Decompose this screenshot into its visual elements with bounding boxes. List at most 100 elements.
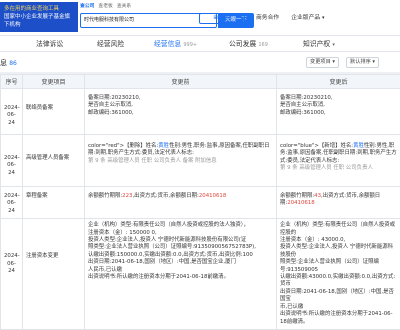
before-line: 人民币,已认缴 bbox=[88, 267, 273, 274]
before-line: 出资日期:2041-06-18,国别（地区）:中国,是否国宝企业,厦门 bbox=[88, 259, 273, 266]
brand-slogan: 多在用的商业查询工具 bbox=[4, 5, 75, 13]
tab-development-label: 公司发展 bbox=[229, 40, 256, 48]
tab-operation-info-label: 经营信息 bbox=[154, 40, 181, 48]
row-before: 余额额竹期限:223,出资方式:货币,余额额日期:20410618 bbox=[85, 187, 277, 219]
table-header-row: 序号 变更项目 变更前 变更后 bbox=[1, 75, 400, 89]
row-project: 高级管理人员备案 bbox=[23, 135, 85, 187]
enterprise-products-menu[interactable]: 企业版产品 ▾ bbox=[291, 13, 324, 23]
tab-operation-info[interactable]: 经营信息 999+ bbox=[154, 39, 197, 50]
change-history-header: 息 86 变更项目 ▾ 默认排序 ▾ bbox=[0, 52, 400, 72]
before-text: ,出资方式:货币,余额额日期: bbox=[132, 193, 198, 199]
row-date: 2024-06-24 bbox=[1, 187, 23, 219]
row-before: 备案日期:20230210, 是否自主公示取消, 邮政编码:361000, bbox=[85, 89, 277, 135]
after-line: 投资人类型:企业法人,投资人 宁德时代新能源科技股份 bbox=[280, 244, 397, 259]
after-text: color="blue">【新增】姓名: bbox=[280, 143, 353, 149]
changed-value: 20410618 bbox=[287, 200, 314, 206]
search-area: 查公司 查老板 查关系 时代电服科技有限公司 天眼一下 bbox=[80, 4, 131, 11]
tab-ip[interactable]: 知识产权 ▾ bbox=[303, 39, 335, 50]
before-line: 注册资本（金）: 150000 0, bbox=[88, 230, 273, 237]
after-gray-text: 第 9 条 高级管理人员 任职 公司负责人 bbox=[280, 165, 397, 172]
before-line: 企业（机构）类型:有限责任公司（自然人投资或控股的法人独资）， bbox=[88, 222, 273, 229]
row-date-text: 2024-06-24 bbox=[4, 155, 20, 176]
after-line: 认缴出资额:43000.0,实缴出资额:0.0,出资方式:货币 bbox=[280, 274, 397, 289]
after-line: 是否自主公示取消, bbox=[280, 102, 397, 109]
app-button-label: 应用 bbox=[220, 15, 231, 21]
chevron-down-icon: ▾ bbox=[332, 59, 335, 65]
enterprise-products-label: 企业版产品 bbox=[291, 15, 320, 21]
before-line: 出资说明书:所认缴的注册资本分期于2041-06-18前缴清。 bbox=[88, 274, 273, 281]
app-button[interactable]: ⊞ 应用 bbox=[199, 13, 245, 24]
tab-development-count: 169 bbox=[258, 42, 268, 48]
tab-operation-info-count: 999+ bbox=[183, 42, 197, 48]
before-line: 邮政编码:361000, bbox=[88, 110, 273, 117]
change-item-filter[interactable]: 变更项目 ▾ bbox=[306, 57, 339, 68]
tab-operation-risk[interactable]: 经营风险 bbox=[97, 39, 124, 49]
changed-value: 223 bbox=[122, 193, 132, 199]
before-line: 是否自主公示取消, bbox=[88, 102, 273, 109]
col-header-before: 变更前 bbox=[85, 75, 277, 89]
table-row: 2024-06-24 章程备案 余额额竹期限:223,出资方式:货币,余额额日期… bbox=[1, 187, 400, 219]
before-gray-text: 第 9 条 高级管理人员 任职 公司负责人 备案 附加信息 bbox=[88, 158, 273, 165]
person-name-link[interactable]: 黄胜 bbox=[158, 143, 169, 149]
brand-logo[interactable]: 多在用的商业查询工具 国家中小企业发展子基金旗下机构 bbox=[0, 2, 78, 32]
row-after: 企业（机构）类型:有限责任公司（自然人投资或控股的 注册资本（金）: 43000… bbox=[277, 219, 400, 330]
before-line: 照类型:企业法人营业执照（公司）证照编号:9135090056752783P), bbox=[88, 244, 273, 251]
row-after: 余额额竹期限:43,出资方式:货币,余额额日期:20410618 bbox=[277, 187, 400, 219]
tab-legal[interactable]: 法律诉讼 bbox=[36, 39, 63, 49]
changed-value: 43 bbox=[314, 193, 321, 199]
after-line: 企业（机构）类型:有限责任公司（自然人投资或控股的 bbox=[280, 222, 397, 237]
changed-value: 20410618 bbox=[199, 193, 226, 199]
filter-label: 变更项目 bbox=[310, 59, 331, 65]
row-after: color="blue">【新增】姓名:黄胜性别:男性,职务:监事,原因备案,任… bbox=[277, 135, 400, 187]
sort-label: 默认排序 bbox=[350, 59, 371, 65]
after-line: 币,已认缴 bbox=[280, 304, 397, 311]
after-line: 出资说明书:所认缴的注册资本分期于2041-06-18前缴清。 bbox=[280, 311, 397, 326]
section-title-text: 息 bbox=[0, 59, 7, 67]
after-line: 出资日期:2041-06-18,国别（地区）:中国,是否国宝 bbox=[280, 289, 397, 304]
before-text: 余额额竹期限: bbox=[88, 193, 122, 199]
row-date: 2024-06-24 bbox=[1, 89, 23, 135]
top-bar: 多在用的商业查询工具 国家中小企业发展子基金旗下机构 查公司 查老板 查关系 时… bbox=[0, 0, 400, 36]
search-tab-relation[interactable]: 查关系 bbox=[117, 4, 131, 11]
row-project: 章程备案 bbox=[23, 187, 85, 219]
search-tab-boss[interactable]: 查老板 bbox=[98, 4, 112, 11]
col-header-after: 变更后 bbox=[277, 75, 400, 89]
row-before: color="red">【删除】姓名:黄胜性别:男性,职务:监事,原因备案,任职… bbox=[85, 135, 277, 187]
before-text: color="red">【删除】姓名: bbox=[88, 143, 158, 149]
chevron-down-icon: ▾ bbox=[372, 59, 375, 65]
chevron-down-icon: ▾ bbox=[332, 42, 335, 48]
row-date-text: 2024-06-24 bbox=[4, 105, 20, 126]
after-text: 余额额竹期限: bbox=[280, 193, 314, 199]
tab-legal-label: 法律诉讼 bbox=[36, 40, 63, 48]
row-date-text: 2024-06-24 bbox=[4, 253, 20, 274]
brand-subtitle: 国家中小企业发展子基金旗下机构 bbox=[4, 13, 75, 29]
row-date: 2024-06-24 bbox=[1, 219, 23, 330]
tab-development[interactable]: 公司发展 169 bbox=[229, 39, 268, 50]
row-after: 备案日期:20230210, 是否自主公示取消, 邮政编码:361000, bbox=[277, 89, 400, 135]
sort-select[interactable]: 默认排序 ▾ bbox=[346, 57, 379, 68]
col-header-project: 变更项目 bbox=[23, 75, 85, 89]
search-tab-company[interactable]: 查公司 bbox=[80, 4, 94, 11]
row-date: 2024-06-24 bbox=[1, 135, 23, 187]
module-tabs: 法律诉讼 经营风险 经营信息 999+ 公司发展 169 知识产权 ▾ bbox=[0, 36, 400, 52]
row-date-text: 2024-06-24 bbox=[4, 193, 20, 214]
row-project: 联络员备案 bbox=[23, 89, 85, 135]
person-name-link[interactable]: 黄胜 bbox=[353, 143, 364, 149]
change-record-table: 序号 变更项目 变更前 变更后 2024-06-24 联络员备案 备案日期:20… bbox=[0, 74, 400, 330]
section-count: 86 bbox=[9, 60, 17, 67]
grid-icon: ⊞ bbox=[213, 15, 218, 21]
after-line: 照类型:企业法人营业执照（公司）证照编号:913509005 bbox=[280, 259, 397, 274]
table-row: 2024-06-24 注册资本变更 企业（机构）类型:有限责任公司（自然人投资或… bbox=[1, 219, 400, 330]
business-cooperation-link[interactable]: 商务合作 bbox=[256, 13, 279, 23]
section-title: 息 86 bbox=[0, 58, 17, 68]
row-before: 企业（机构）类型:有限责任公司（自然人投资或控股的法人独资）， 注册资本（金）:… bbox=[85, 219, 277, 330]
tab-ip-label: 知识产权 bbox=[303, 40, 330, 48]
after-line: 邮政编码:361000, bbox=[280, 110, 397, 117]
col-header-num: 序号 bbox=[1, 75, 23, 89]
table-row: 2024-06-24 高级管理人员备案 color="red">【删除】姓名:黄… bbox=[1, 135, 400, 187]
search-input[interactable]: 时代电服科技有限公司 bbox=[80, 13, 217, 28]
tab-operation-risk-label: 经营风险 bbox=[97, 40, 124, 48]
table-row: 2024-06-24 联络员备案 备案日期:20230210, 是否自主公示取消… bbox=[1, 89, 400, 135]
row-project: 注册资本变更 bbox=[23, 219, 85, 330]
chevron-down-icon: ▾ bbox=[322, 15, 325, 21]
